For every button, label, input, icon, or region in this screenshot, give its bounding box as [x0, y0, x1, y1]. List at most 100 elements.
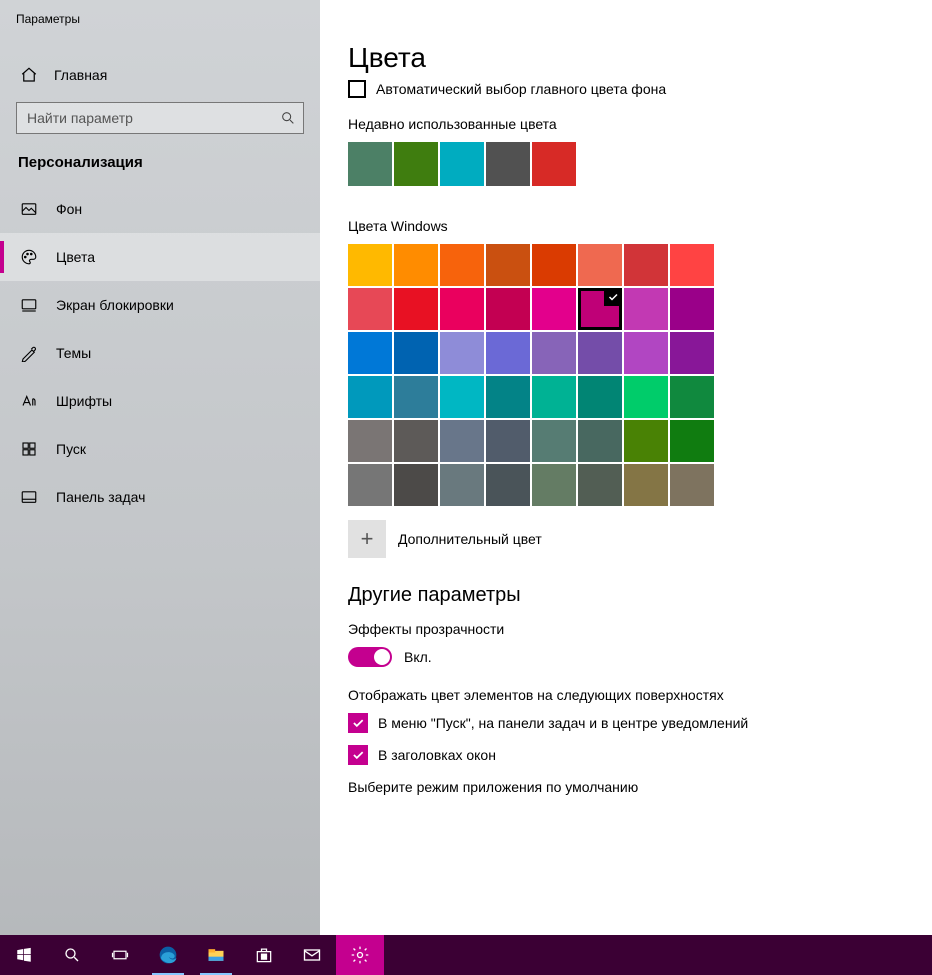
taskbar-store[interactable]	[240, 935, 288, 975]
windows-color-swatch[interactable]	[578, 332, 622, 374]
recent-color-swatch[interactable]	[440, 142, 484, 186]
windows-color-swatch[interactable]	[348, 376, 392, 418]
windows-color-swatch[interactable]	[670, 420, 714, 462]
windows-color-swatch[interactable]	[578, 420, 622, 462]
windows-color-swatch[interactable]	[578, 464, 622, 506]
windows-colors-grid	[348, 244, 728, 506]
colors-icon	[20, 248, 38, 266]
surface-option-0[interactable]: В меню "Пуск", на панели задач и в центр…	[348, 713, 912, 733]
taskbar-taskview[interactable]	[96, 935, 144, 975]
category-title: Персонализация	[0, 148, 320, 185]
search-icon	[280, 110, 296, 126]
windows-color-swatch[interactable]	[532, 332, 576, 374]
windows-color-swatch[interactable]	[486, 420, 530, 462]
checkbox-checked-icon	[348, 713, 368, 733]
taskbar-start[interactable]	[0, 935, 48, 975]
surface-option-label: В заголовках окон	[378, 747, 496, 763]
sidebar-item-start[interactable]: Пуск	[0, 425, 320, 473]
taskbar-search[interactable]	[48, 935, 96, 975]
recent-color-swatch[interactable]	[394, 142, 438, 186]
windows-color-swatch[interactable]	[670, 464, 714, 506]
auto-pick-checkbox[interactable]: Автоматический выбор главного цвета фона	[348, 80, 912, 98]
windows-color-swatch[interactable]	[670, 332, 714, 374]
custom-color-button[interactable]: + Дополнительный цвет	[348, 520, 912, 558]
windows-color-swatch[interactable]	[440, 288, 484, 330]
windows-color-swatch[interactable]	[670, 244, 714, 286]
windows-color-swatch[interactable]	[578, 288, 622, 330]
windows-color-swatch[interactable]	[486, 376, 530, 418]
recent-color-swatch[interactable]	[486, 142, 530, 186]
taskbar-edge[interactable]	[144, 935, 192, 975]
windows-color-swatch[interactable]	[624, 332, 668, 374]
windows-color-swatch[interactable]	[486, 332, 530, 374]
edge-icon	[158, 945, 178, 965]
sidebar-item-label: Шрифты	[56, 393, 112, 409]
windows-color-swatch[interactable]	[624, 376, 668, 418]
sidebar-item-taskbar[interactable]: Панель задач	[0, 473, 320, 521]
toggle-icon	[348, 647, 392, 667]
toggle-state: Вкл.	[404, 649, 432, 665]
windows-color-swatch[interactable]	[440, 332, 484, 374]
windows-color-swatch[interactable]	[486, 288, 530, 330]
windows-color-swatch[interactable]	[394, 464, 438, 506]
windows-color-swatch[interactable]	[440, 244, 484, 286]
windows-color-swatch[interactable]	[578, 376, 622, 418]
themes-icon	[20, 344, 38, 362]
windows-color-swatch[interactable]	[532, 420, 576, 462]
taskbar-settings[interactable]	[336, 935, 384, 975]
sidebar-item-lockscreen[interactable]: Экран блокировки	[0, 281, 320, 329]
windows-color-swatch[interactable]	[532, 376, 576, 418]
windows-color-swatch[interactable]	[670, 376, 714, 418]
windows-color-swatch[interactable]	[624, 420, 668, 462]
windows-color-swatch[interactable]	[486, 464, 530, 506]
sidebar-item-label: Цвета	[56, 249, 95, 265]
surfaces-label: Отображать цвет элементов на следующих п…	[348, 687, 912, 703]
windows-color-swatch[interactable]	[348, 332, 392, 374]
recent-color-swatch[interactable]	[348, 142, 392, 186]
transparency-toggle[interactable]: Вкл.	[348, 647, 912, 667]
other-params-heading: Другие параметры	[348, 584, 912, 607]
surface-option-1[interactable]: В заголовках окон	[348, 745, 912, 765]
checkbox-checked-icon	[348, 745, 368, 765]
taskbar-mail[interactable]	[288, 935, 336, 975]
windows-color-swatch[interactable]	[532, 244, 576, 286]
sidebar-item-label: Фон	[56, 201, 82, 217]
windows-color-swatch[interactable]	[532, 288, 576, 330]
checkbox-icon	[348, 80, 366, 98]
surface-option-label: В меню "Пуск", на панели задач и в центр…	[378, 715, 748, 731]
search-input[interactable]	[16, 102, 304, 134]
gear-icon	[350, 945, 370, 965]
windows-color-swatch[interactable]	[486, 244, 530, 286]
windows-color-swatch[interactable]	[532, 464, 576, 506]
windows-color-swatch[interactable]	[394, 244, 438, 286]
sidebar-item-colors[interactable]: Цвета	[0, 233, 320, 281]
content: Цвета Автоматический выбор главного цвет…	[320, 0, 932, 935]
windows-color-swatch[interactable]	[348, 288, 392, 330]
windows-color-swatch[interactable]	[624, 288, 668, 330]
app-mode-label: Выберите режим приложения по умолчанию	[348, 779, 912, 795]
windows-color-swatch[interactable]	[348, 464, 392, 506]
checkmark-icon	[604, 288, 622, 306]
windows-color-swatch[interactable]	[348, 244, 392, 286]
background-icon	[20, 200, 38, 218]
taskbar-explorer[interactable]	[192, 935, 240, 975]
sidebar-item-themes[interactable]: Темы	[0, 329, 320, 377]
home-button[interactable]: Главная	[0, 56, 320, 94]
windows-color-swatch[interactable]	[624, 244, 668, 286]
windows-color-swatch[interactable]	[394, 288, 438, 330]
sidebar-item-fonts[interactable]: Шрифты	[0, 377, 320, 425]
windows-color-swatch[interactable]	[394, 376, 438, 418]
windows-color-swatch[interactable]	[624, 464, 668, 506]
windows-color-swatch[interactable]	[394, 420, 438, 462]
sidebar-item-background[interactable]: Фон	[0, 185, 320, 233]
windows-color-swatch[interactable]	[394, 332, 438, 374]
windows-color-swatch[interactable]	[670, 288, 714, 330]
custom-color-label: Дополнительный цвет	[398, 531, 542, 547]
windows-color-swatch[interactable]	[440, 376, 484, 418]
recent-color-swatch[interactable]	[532, 142, 576, 186]
windows-color-swatch[interactable]	[578, 244, 622, 286]
windows-color-swatch[interactable]	[440, 420, 484, 462]
windows-color-swatch[interactable]	[348, 420, 392, 462]
search-wrap	[16, 102, 304, 134]
windows-color-swatch[interactable]	[440, 464, 484, 506]
